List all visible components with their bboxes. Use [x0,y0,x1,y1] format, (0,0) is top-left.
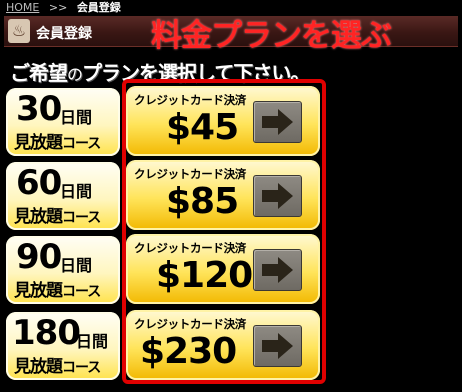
plan-duration: 180 日間 見放題コース [6,312,120,380]
arrow-right-icon[interactable] [253,175,302,217]
plan-row-90: 90 日間 見放題コース クレジットカード決済 $120 [0,232,462,304]
plan-course-kanji: 見放題 [14,281,63,301]
plan-payment-button[interactable]: クレジットカード決済 $45 [126,86,320,156]
plan-days: 90 [16,237,62,277]
plan-row-60: 60 日間 見放題コース クレジットカード決済 $85 [0,158,462,230]
plan-row-180: 180 日間 見放題コース クレジットカード決済 $230 [0,308,462,380]
plan-course-kanji: 見放題 [14,133,63,153]
plan-price: $120 [156,255,253,296]
page-subtitle: ご希望のプランを選択して下さい。 [10,57,310,86]
plan-days: 180 [12,313,81,353]
plan-days-unit: 日間 [60,108,93,127]
plan-course-kana: コース [62,210,101,226]
arrow-right-icon[interactable] [253,325,302,367]
hot-spring-icon: ♨ [8,19,30,43]
plan-payment-button[interactable]: クレジットカード決済 $230 [126,310,320,380]
breadcrumb: HOME >> 会員登録 [6,1,121,17]
plan-course-kanji: 見放題 [14,207,63,227]
arrow-right-icon[interactable] [253,249,302,291]
breadcrumb-current: 会員登録 [76,1,121,14]
plan-payment-button[interactable]: クレジットカード決済 $85 [126,160,320,230]
subtitle-part-2: の [67,65,83,84]
breadcrumb-home-link[interactable]: HOME [6,1,39,14]
plan-course-label: 見放題コース [14,202,101,227]
plan-duration: 30 日間 見放題コース [6,88,120,156]
plan-row-30: 30 日間 見放題コース クレジットカード決済 $45 [0,84,462,156]
subtitle-part-1: ご希望 [10,61,68,85]
plan-course-label: 見放題コース [14,128,101,153]
plan-days-unit: 日間 [60,182,93,201]
plan-days-unit: 日間 [76,332,109,351]
plan-days: 30 [16,89,62,129]
plan-days-unit: 日間 [60,256,93,275]
plan-course-label: 見放題コース [14,352,101,377]
section-title: 会員登録 [36,26,92,42]
plan-price: $45 [166,107,239,148]
breadcrumb-separator: >> [48,1,68,14]
plan-days: 60 [16,163,62,203]
plan-payment-button[interactable]: クレジットカード決済 $120 [126,234,320,304]
plan-course-kanji: 見放題 [14,357,63,377]
plan-course-kana: コース [62,360,101,376]
plan-course-kana: コース [62,136,101,152]
annotation-label: 料金プランを選ぶ [151,18,392,54]
subtitle-part-3: プランを選択して下さい。 [82,61,310,85]
plan-price: $230 [140,331,237,372]
plan-price: $85 [166,181,239,222]
plan-duration: 60 日間 見放題コース [6,162,120,230]
plan-course-label: 見放題コース [14,276,101,301]
plan-duration: 90 日間 見放題コース [6,236,120,304]
arrow-right-icon[interactable] [253,101,302,143]
plan-course-kana: コース [62,284,101,300]
